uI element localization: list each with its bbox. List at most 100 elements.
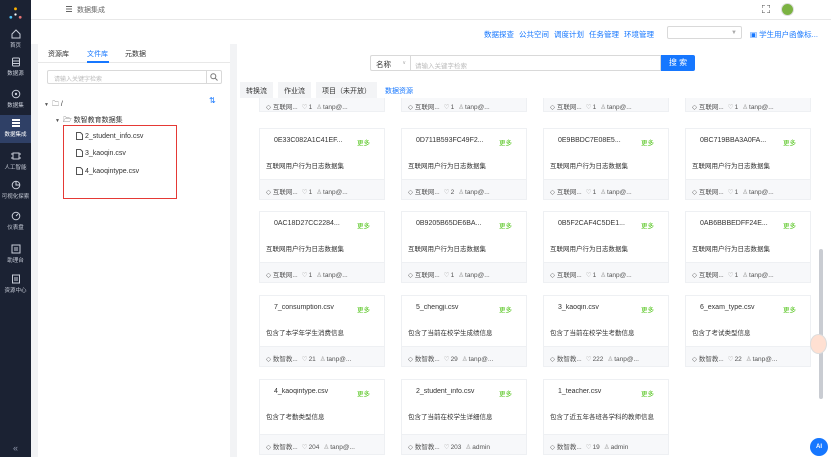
rail-item[interactable]: 数据集成: [0, 115, 31, 143]
nav-link[interactable]: 环境管理: [624, 30, 654, 39]
more-link[interactable]: 更多: [357, 304, 370, 314]
card-title[interactable]: 0D711B593FC49F2...: [416, 137, 498, 144]
more-link[interactable]: 更多: [357, 388, 370, 398]
like-icon[interactable]: ♡: [444, 444, 450, 451]
resource-card[interactable]: 0AC18D27CC2284... 更多 互联网用户行为日志数据集 ◇ 互联网... ♡…: [259, 211, 385, 283]
tab-resource-library[interactable]: 资源库: [48, 49, 69, 59]
search-button[interactable]: [206, 71, 221, 83]
tree-file[interactable]: 2_student_info.csv: [76, 132, 143, 140]
tree-action-icon[interactable]: ⇅: [209, 96, 216, 105]
resource-card[interactable]: 7_consumption.csv 更多 包含了本学年学生消费信息 ◇ 数智教... ♡…: [259, 295, 385, 367]
file-search-input[interactable]: 请输入关键字检索: [47, 70, 222, 84]
resource-card[interactable]: 0BC719BBA3A0FA... 更多 互联网用户行为日志数据集 ◇ 互联网... ♡…: [685, 128, 811, 200]
like-icon[interactable]: ♡: [586, 356, 592, 363]
scrollbar[interactable]: [819, 249, 823, 399]
rail-item[interactable]: 可视化探索: [0, 177, 31, 205]
card-title[interactable]: 6_exam_type.csv: [700, 304, 782, 311]
search-button[interactable]: 搜 索: [661, 55, 695, 71]
rail-item[interactable]: 资源中心: [0, 271, 31, 299]
card-title[interactable]: 3_kaoqin.csv: [558, 304, 640, 311]
rail-item[interactable]: 首页: [0, 26, 31, 54]
tree-file[interactable]: 4_kaoqintype.csv: [76, 167, 139, 175]
more-link[interactable]: 更多: [499, 388, 512, 398]
like-icon[interactable]: ♡: [302, 356, 308, 363]
card-title[interactable]: 0E33C082A1C41EF...: [274, 137, 356, 144]
tab-file-library[interactable]: 文件库: [87, 49, 108, 59]
more-link[interactable]: 更多: [641, 388, 654, 398]
card-title[interactable]: 0E9BBDC7E08E5...: [558, 137, 640, 144]
card-title[interactable]: 0B5F2CAF4C5DE1...: [558, 220, 640, 227]
resource-card[interactable]: 3_kaoqin.csv 更多 包含了当前在校学生考勤信息 ◇ 数智教... ♡222 ♙…: [543, 295, 669, 367]
card-title[interactable]: 2_student_info.csv: [416, 388, 498, 395]
like-icon[interactable]: ♡: [302, 272, 308, 279]
like-icon[interactable]: ♡: [728, 356, 734, 363]
resource-card[interactable]: 0AB6BBBEDFF24E... 更多 互联网用户行为日志数据集 ◇ 互联网... ♡…: [685, 211, 811, 283]
environment-select[interactable]: ▼: [667, 26, 742, 39]
rail-item[interactable]: 数据源: [0, 54, 31, 82]
nav-link[interactable]: 调度计划: [554, 30, 584, 39]
resource-card-footer[interactable]: ◇ 互联网... ♡1 ♙tanp@...: [401, 98, 527, 112]
card-title[interactable]: 7_consumption.csv: [274, 304, 356, 311]
avatar[interactable]: [781, 3, 794, 16]
tree-root[interactable]: ▼ 🗀 /: [44, 100, 63, 111]
more-link[interactable]: 更多: [499, 304, 512, 314]
card-title[interactable]: 1_teacher.csv: [558, 388, 640, 395]
search-field-select[interactable]: 名称 ∨: [370, 55, 410, 71]
card-title[interactable]: 0AC18D27CC2284...: [274, 220, 356, 227]
resource-card[interactable]: 0B5F2CAF4C5DE1... 更多 互联网用户行为日志数据集 ◇ 互联网... ♡…: [543, 211, 669, 283]
resource-card[interactable]: 4_kaoqintype.csv 更多 包含了考勤类型信息 ◇ 数智教... ♡204 ♙…: [259, 379, 385, 455]
tab-project[interactable]: 项目（未开放）: [316, 82, 377, 98]
card-title[interactable]: 5_chengji.csv: [416, 304, 498, 311]
tree-file[interactable]: 3_kaoqin.csv: [76, 149, 126, 157]
resource-search-input[interactable]: 请输入关键字检索: [410, 55, 661, 71]
like-icon[interactable]: ♡: [302, 444, 308, 451]
resource-card-footer[interactable]: ◇ 互联网... ♡1 ♙tanp@...: [685, 98, 811, 112]
more-link[interactable]: 更多: [783, 220, 796, 230]
rail-item[interactable]: 人工智能: [0, 148, 31, 176]
card-title[interactable]: 0AB6BBBEDFF24E...: [700, 220, 782, 227]
more-link[interactable]: 更多: [783, 304, 796, 314]
tab-transform-flow[interactable]: 转换流: [240, 82, 273, 98]
resource-card[interactable]: 2_student_info.csv 更多 包含了当前在校学生详细信息 ◇ 数智教..…: [401, 379, 527, 455]
nav-link[interactable]: 公共空间: [519, 30, 549, 39]
ai-button[interactable]: AI: [810, 438, 828, 456]
user-profile-link[interactable]: ▣ 学生用户函像标...: [750, 29, 818, 40]
like-icon[interactable]: ♡: [586, 272, 592, 279]
assistant-avatar[interactable]: [810, 334, 827, 354]
more-link[interactable]: 更多: [783, 137, 796, 147]
card-title[interactable]: 0BC719BBA3A0FA...: [700, 137, 782, 144]
like-icon[interactable]: ♡: [302, 189, 308, 196]
resource-card[interactable]: 6_exam_type.csv 更多 包含了考试类型信息 ◇ 数智教... ♡22 ♙ta…: [685, 295, 811, 367]
nav-link[interactable]: 数据探查: [484, 30, 514, 39]
resource-card-footer[interactable]: ◇ 互联网... ♡1 ♙tanp@...: [259, 98, 385, 112]
resource-card[interactable]: 5_chengji.csv 更多 包含了当前在校学生成绩信息 ◇ 数智教... ♡29 ♙…: [401, 295, 527, 367]
tab-job-flow[interactable]: 作业流: [278, 82, 311, 98]
resource-card[interactable]: 1_teacher.csv 更多 包含了近五年各班各学科的教师信息 ◇ 数智教... ♡…: [543, 379, 669, 455]
menu-icon[interactable]: [66, 6, 72, 12]
more-link[interactable]: 更多: [641, 137, 654, 147]
resource-card[interactable]: 0B9205B65DE6BA... 更多 互联网用户行为日志数据集 ◇ 互联网... ♡…: [401, 211, 527, 283]
like-icon[interactable]: ♡: [586, 444, 592, 451]
like-icon[interactable]: ♡: [728, 189, 734, 196]
like-icon[interactable]: ♡: [444, 189, 450, 196]
rail-item[interactable]: 数据集: [0, 86, 31, 114]
more-link[interactable]: 更多: [499, 137, 512, 147]
like-icon[interactable]: ♡: [728, 272, 734, 279]
more-link[interactable]: 更多: [641, 304, 654, 314]
resource-card[interactable]: 0E33C082A1C41EF... 更多 互联网用户行为日志数据集 ◇ 互联网...…: [259, 128, 385, 200]
card-title[interactable]: 4_kaoqintype.csv: [274, 388, 356, 395]
more-link[interactable]: 更多: [499, 220, 512, 230]
more-link[interactable]: 更多: [357, 137, 370, 147]
more-link[interactable]: 更多: [357, 220, 370, 230]
nav-link[interactable]: 任务管理: [589, 30, 619, 39]
rail-item[interactable]: 助理台: [0, 241, 31, 269]
like-icon[interactable]: ♡: [586, 189, 592, 196]
collapse-button[interactable]: «: [0, 443, 31, 453]
like-icon[interactable]: ♡: [444, 272, 450, 279]
resource-card[interactable]: 0D711B593FC49F2... 更多 互联网用户行为日志数据集 ◇ 互联网...…: [401, 128, 527, 200]
resource-card[interactable]: 0E9BBDC7E08E5... 更多 互联网用户行为日志数据集 ◇ 互联网... ♡1…: [543, 128, 669, 200]
fullscreen-icon[interactable]: [762, 5, 770, 13]
tab-metadata[interactable]: 元数据: [125, 49, 146, 59]
tab-data-resource[interactable]: 数据资源: [379, 82, 419, 98]
card-title[interactable]: 0B9205B65DE6BA...: [416, 220, 498, 227]
